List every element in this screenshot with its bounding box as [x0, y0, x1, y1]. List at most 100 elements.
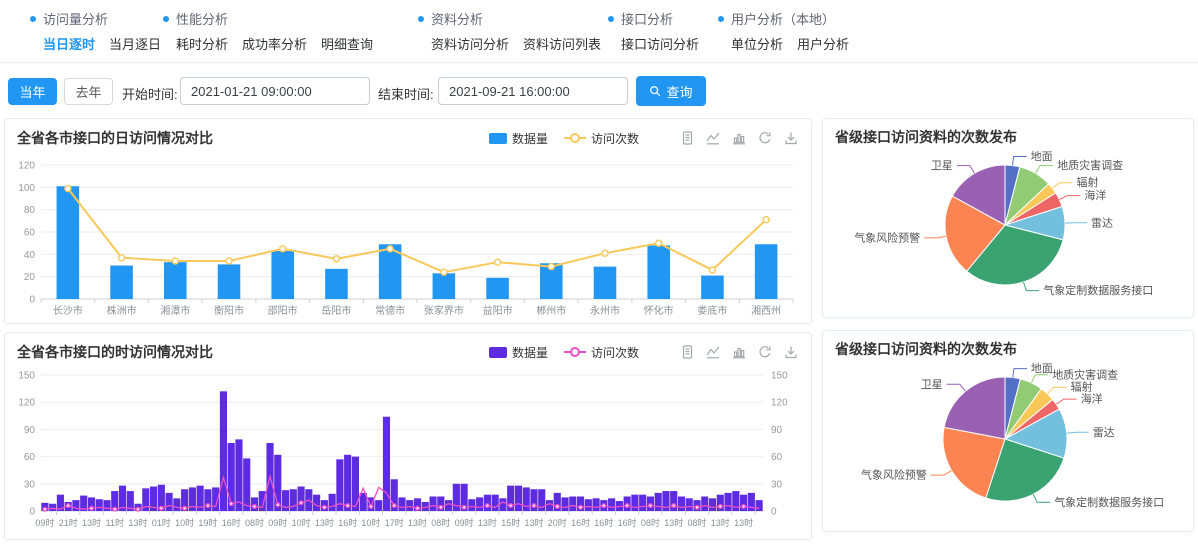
- svg-text:90: 90: [24, 425, 36, 436]
- hourly-chart-toolbox: [679, 344, 799, 360]
- search-button[interactable]: 查询: [636, 76, 706, 106]
- daily-chart-legend: 数据量 访问次数: [489, 130, 639, 147]
- svg-text:益阳市: 益阳市: [483, 304, 513, 317]
- last-year-button[interactable]: 去年: [64, 78, 113, 105]
- svg-text:120: 120: [18, 398, 35, 409]
- svg-text:60: 60: [24, 228, 36, 239]
- svg-text:16时: 16时: [594, 517, 613, 528]
- svg-text:地质灾害调查: 地质灾害调查: [1057, 158, 1123, 172]
- legend-label: 访问次数: [591, 130, 639, 147]
- nav-sub-link[interactable]: 单位分析: [731, 34, 783, 53]
- svg-text:20时: 20时: [548, 517, 567, 528]
- svg-text:地面: 地面: [1031, 362, 1053, 375]
- data-view-icon[interactable]: [679, 130, 695, 146]
- svg-text:16时: 16时: [338, 517, 357, 528]
- svg-text:16时: 16时: [571, 517, 590, 528]
- svg-text:08时: 08时: [245, 517, 264, 528]
- svg-text:海洋: 海洋: [1084, 188, 1106, 202]
- svg-text:08时: 08时: [431, 517, 450, 528]
- legend-item[interactable]: 访问次数: [564, 130, 639, 147]
- svg-text:08时: 08时: [641, 517, 660, 528]
- svg-text:150: 150: [771, 371, 788, 382]
- nav-sub-link[interactable]: 用户分析: [797, 34, 849, 53]
- svg-text:16时: 16时: [222, 517, 241, 528]
- nav-group-3: 接口分析接口访问分析: [608, 9, 699, 53]
- end-time-input[interactable]: [438, 77, 628, 105]
- svg-text:90: 90: [771, 425, 783, 436]
- svg-text:地质灾害调查: 地质灾害调查: [1052, 367, 1118, 381]
- bar-legend-swatch: [489, 347, 507, 358]
- line-legend-swatch: [564, 347, 586, 357]
- nav-bullet-icon: [30, 16, 36, 22]
- svg-text:卫星: 卫星: [931, 159, 953, 172]
- svg-text:张家界市: 张家界市: [424, 304, 464, 317]
- nav-bullet-icon: [418, 16, 424, 22]
- svg-text:01时: 01时: [152, 517, 171, 528]
- nav-sub-link[interactable]: 资料访问分析: [431, 34, 509, 53]
- svg-text:13时: 13时: [408, 517, 427, 528]
- legend-item[interactable]: 访问次数: [564, 344, 639, 361]
- line-chart-toggle-icon[interactable]: [705, 344, 721, 360]
- svg-text:卫星: 卫星: [921, 378, 943, 391]
- nav-group-title: 访问量分析: [30, 9, 161, 28]
- province-pie-chart-2: 地面地质灾害调查辐射海洋雷达气象定制数据服务接口气象风险预警卫星: [823, 359, 1193, 529]
- search-icon: [649, 85, 661, 97]
- current-year-button[interactable]: 当年: [8, 78, 57, 105]
- svg-text:衡阳市: 衡阳市: [214, 304, 244, 317]
- svg-text:100: 100: [18, 183, 35, 194]
- bar-chart-toggle-icon[interactable]: [731, 130, 747, 146]
- nav-sub-link[interactable]: 资料访问列表: [523, 34, 601, 53]
- dashboard: 访问量分析当日逐时当月逐日性能分析耗时分析成功率分析明细查询资料分析资料访问分析…: [0, 0, 1198, 547]
- svg-text:150: 150: [18, 371, 35, 382]
- daily-access-chart-card: 全省各市接口的日访问情况对比 数据量访问次数 020406080100120长沙…: [4, 118, 812, 324]
- svg-text:气象定制数据服务接口: 气象定制数据服务接口: [1054, 495, 1164, 509]
- svg-text:永州市: 永州市: [590, 304, 620, 317]
- svg-text:21时: 21时: [59, 517, 78, 528]
- nav-sub-link[interactable]: 耗时分析: [176, 34, 228, 53]
- legend-item[interactable]: 数据量: [489, 130, 548, 147]
- nav-sub-link[interactable]: 成功率分析: [242, 34, 307, 53]
- nav-sub-link[interactable]: 当月逐日: [109, 34, 161, 53]
- end-time-label: 结束时间:: [378, 84, 434, 103]
- svg-text:娄底市: 娄底市: [697, 304, 727, 317]
- nav-group-1: 性能分析耗时分析成功率分析明细查询: [163, 9, 373, 53]
- svg-text:雷达: 雷达: [1093, 426, 1115, 439]
- top-nav: 访问量分析当日逐时当月逐日性能分析耗时分析成功率分析明细查询资料分析资料访问分析…: [0, 0, 1198, 63]
- legend-label: 访问次数: [591, 344, 639, 361]
- svg-text:08时: 08时: [687, 517, 706, 528]
- svg-text:气象定制数据服务接口: 气象定制数据服务接口: [1043, 283, 1153, 297]
- save-image-icon[interactable]: [783, 130, 799, 146]
- line-chart-toggle-icon[interactable]: [705, 130, 721, 146]
- svg-text:13时: 13时: [478, 517, 497, 528]
- svg-text:湘西州: 湘西州: [751, 304, 781, 317]
- pie1-title: 省级接口访问资料的次数发布: [823, 119, 1193, 147]
- data-view-icon[interactable]: [679, 344, 695, 360]
- start-time-input[interactable]: [180, 77, 370, 105]
- svg-text:辐射: 辐射: [1077, 175, 1099, 189]
- legend-item[interactable]: 数据量: [489, 344, 548, 361]
- hourly-chart-legend: 数据量 访问次数: [489, 344, 639, 361]
- province-pie-chart-1: 地面地质灾害调查辐射海洋雷达气象定制数据服务接口气象风险预警卫星: [823, 147, 1193, 315]
- svg-text:120: 120: [18, 161, 35, 172]
- nav-sub-link[interactable]: 当日逐时: [43, 34, 95, 53]
- bar-legend-swatch: [489, 133, 507, 144]
- restore-icon[interactable]: [757, 344, 773, 360]
- filter-bar: 当年 去年 开始时间: 结束时间: 查询: [0, 74, 1198, 112]
- nav-sub-link[interactable]: 接口访问分析: [621, 34, 699, 53]
- svg-text:邵阳市: 邵阳市: [268, 304, 298, 317]
- restore-icon[interactable]: [757, 130, 773, 146]
- svg-text:13时: 13时: [711, 517, 730, 528]
- svg-text:10时: 10时: [361, 517, 380, 528]
- svg-text:0: 0: [29, 507, 35, 518]
- save-image-icon[interactable]: [783, 344, 799, 360]
- svg-text:120: 120: [771, 398, 788, 409]
- svg-text:长沙市: 长沙市: [53, 304, 83, 317]
- svg-text:09时: 09时: [268, 517, 287, 528]
- nav-sub-link[interactable]: 明细查询: [321, 34, 373, 53]
- svg-text:地面: 地面: [1031, 150, 1053, 163]
- nav-group-4: 用户分析（本地） 单位分析用户分析: [718, 9, 849, 53]
- svg-text:13时: 13时: [734, 517, 753, 528]
- bar-chart-toggle-icon[interactable]: [731, 344, 747, 360]
- nav-group-title: 用户分析（本地）: [718, 9, 849, 28]
- svg-text:09时: 09时: [35, 517, 54, 528]
